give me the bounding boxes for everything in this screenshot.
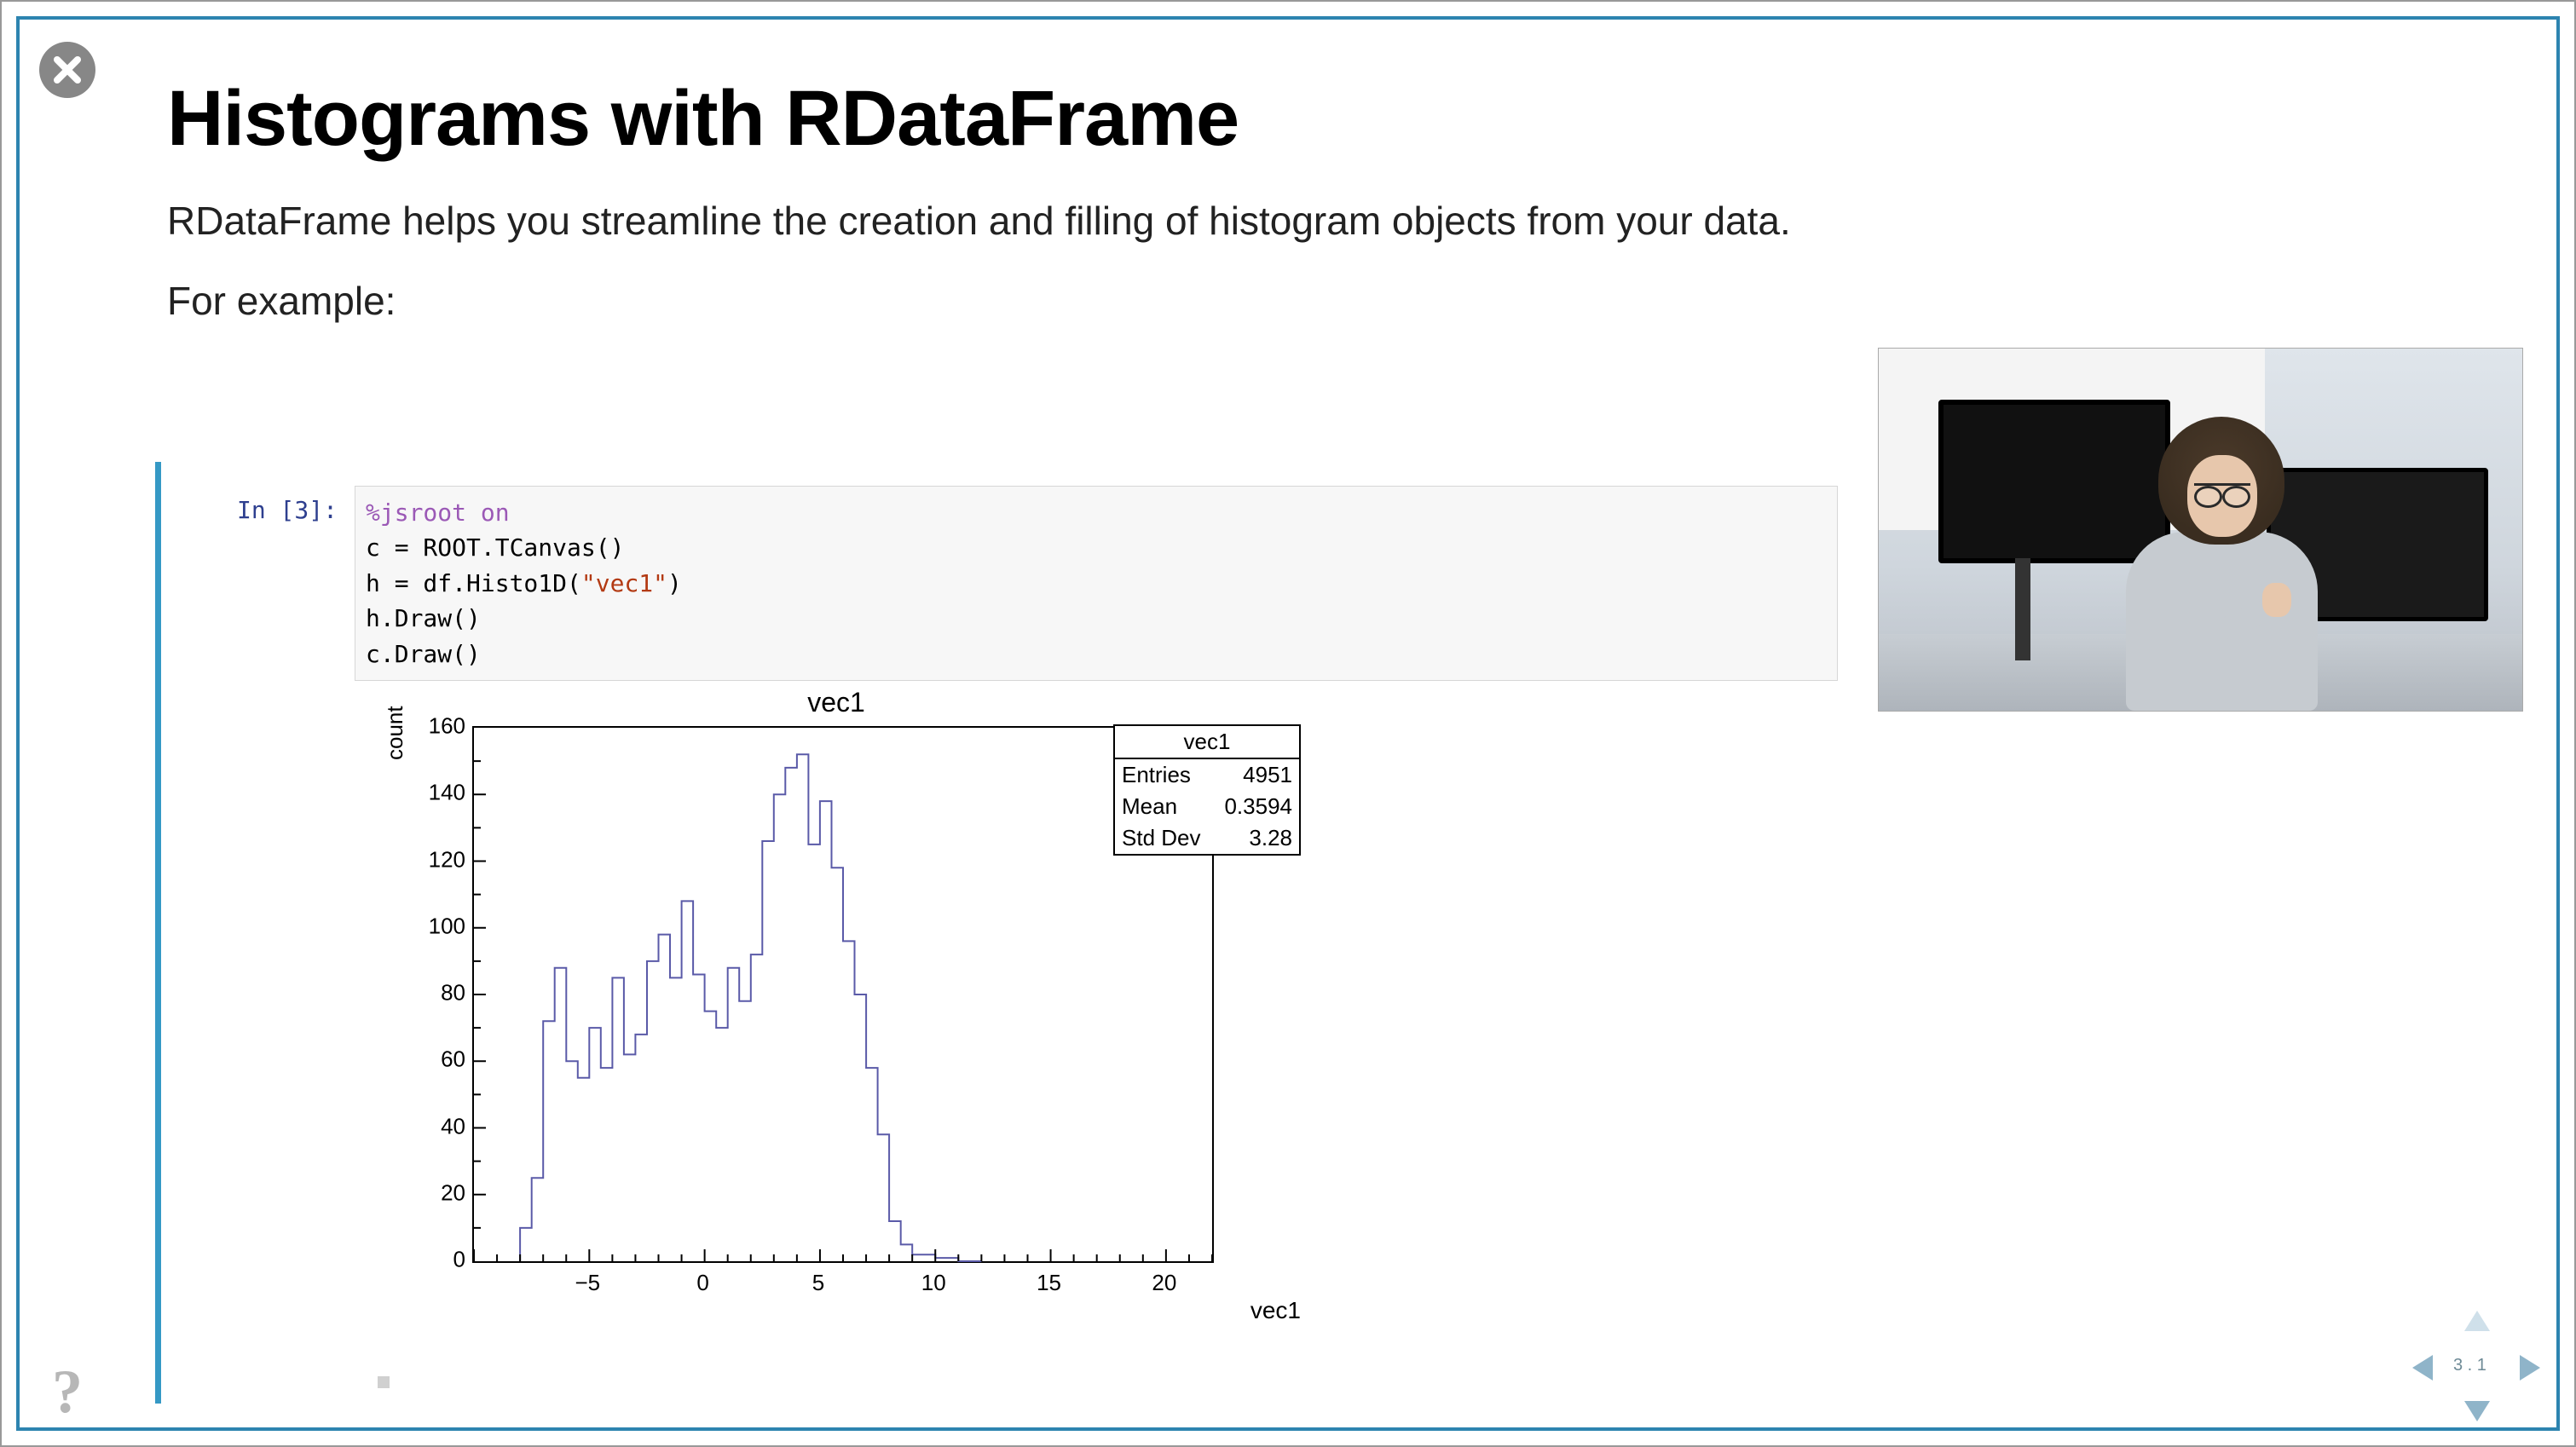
chart-title: vec1 [372,687,1301,718]
x-tick-label: 0 [696,1270,708,1296]
y-tick-label: 140 [418,780,465,806]
x-axis-label: vec1 [1250,1297,1301,1324]
nav-prev-button[interactable] [2412,1355,2433,1381]
close-icon [50,53,84,87]
y-tick-label: 60 [418,1046,465,1073]
stats-box[interactable]: vec1 Entries 4951 Mean 0.3594 Std Dev 3.… [1113,724,1301,856]
y-tick-label: 0 [418,1247,465,1273]
help-button[interactable]: ? [39,1363,95,1420]
stats-mean-value: 0.3594 [1224,793,1292,820]
code-line-3b: "vec1" [581,569,667,597]
resize-handle-icon[interactable] [378,1376,390,1388]
x-tick-label: 10 [921,1270,946,1296]
stats-row-mean: Mean 0.3594 [1115,791,1299,822]
window-frame: ? Histograms with RDataFrame RDataFrame … [0,0,2576,1447]
stats-title: vec1 [1115,726,1299,759]
y-tick-label: 80 [418,980,465,1006]
x-tick-label: 15 [1037,1270,1061,1296]
example-label: For example: [167,278,2523,324]
y-tick-label: 40 [418,1113,465,1139]
stats-stddev-label: Std Dev [1122,825,1201,851]
plot-area [472,726,1214,1263]
stats-entries-value: 4951 [1243,762,1292,788]
page-subtitle: RDataFrame helps you streamline the crea… [167,198,2523,244]
y-tick-label: 120 [418,846,465,873]
stats-stddev-value: 3.28 [1249,825,1292,851]
code-line-5: c.Draw() [366,640,481,668]
code-line-4: h.Draw() [366,604,481,632]
code-line-3a: h = df.Histo1D( [366,569,581,597]
presenter-webcam[interactable] [1879,349,2522,711]
cell-prompt: In [3]: [167,486,355,524]
code-body[interactable]: %jsroot on c = ROOT.TCanvas() h = df.His… [355,486,1838,681]
code-line-2: c = ROOT.TCanvas() [366,533,624,562]
webcam-monitor-stand [2015,558,2030,660]
histogram-path [474,728,1212,1261]
histogram-chart[interactable]: vec1 count vec1 vec1 Entries 4951 [372,683,1301,1348]
stats-mean-label: Mean [1122,793,1177,820]
page-title: Histograms with RDataFrame [167,74,2523,164]
stats-entries-label: Entries [1122,762,1191,788]
x-tick-label: 5 [812,1270,824,1296]
nav-next-button[interactable] [2520,1355,2540,1381]
webcam-presenter [2117,417,2322,689]
stats-row-entries: Entries 4951 [1115,759,1299,791]
slide-content: Histograms with RDataFrame RDataFrame he… [155,74,2523,1428]
page-indicator: 3 . 1 [2453,1356,2486,1375]
y-axis-label: count [382,706,408,760]
close-button[interactable] [39,42,95,98]
nav-down-button[interactable] [2464,1401,2490,1421]
x-tick-label: 20 [1152,1270,1176,1296]
code-line-3c: ) [667,569,682,597]
slide-navigation: 3 . 1 [2412,1311,2540,1421]
stats-row-stddev: Std Dev 3.28 [1115,822,1299,854]
x-tick-label: −5 [575,1270,600,1296]
y-tick-label: 100 [418,913,465,939]
code-line-1: %jsroot on [366,499,510,527]
y-tick-label: 20 [418,1179,465,1206]
y-tick-label: 160 [418,713,465,740]
nav-up-button[interactable] [2464,1311,2490,1331]
